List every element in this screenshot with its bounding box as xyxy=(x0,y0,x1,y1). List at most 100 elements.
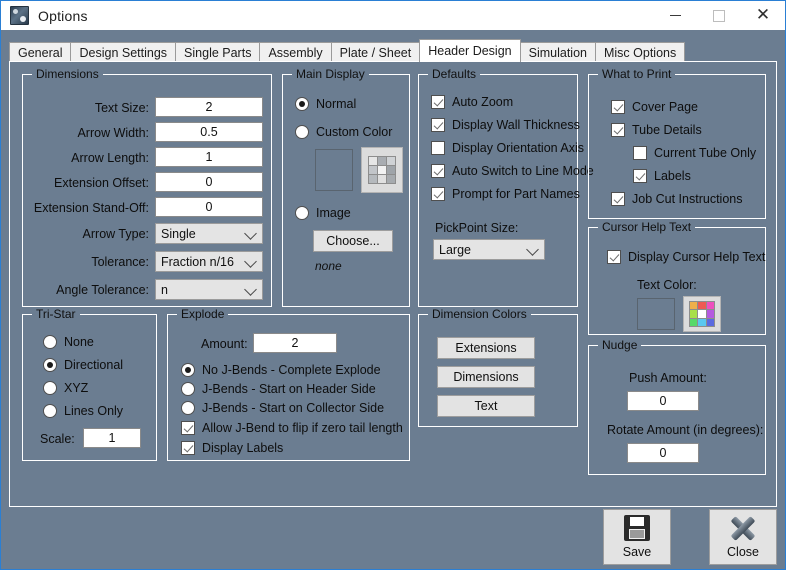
tri-star-radio-none[interactable]: None xyxy=(43,335,94,349)
tri-star-radio-xyz[interactable]: XYZ xyxy=(43,381,88,395)
radio-icon xyxy=(295,97,309,111)
display-wall-thickness-label: Display Wall Thickness xyxy=(452,118,580,132)
tab-single-parts[interactable]: Single Parts xyxy=(175,42,261,62)
close-icon: ✕ xyxy=(755,5,771,25)
tri-star-directional-label: Directional xyxy=(64,358,124,372)
explode-radio-header-side[interactable]: J-Bends - Start on Header Side xyxy=(181,382,376,396)
arrow-type-select[interactable]: Single xyxy=(155,223,263,244)
radio-icon xyxy=(181,382,195,396)
checkbox-icon xyxy=(181,421,195,435)
checkbox-prompt-part-names[interactable]: Prompt for Part Names xyxy=(431,187,580,201)
choose-image-button[interactable]: Choose... xyxy=(313,230,393,252)
checkbox-icon xyxy=(611,100,625,114)
minimize-button[interactable] xyxy=(653,1,697,30)
arrow-type-label: Arrow Type: xyxy=(82,227,149,241)
main-display-radio-normal[interactable]: Normal xyxy=(295,97,356,111)
checkbox-cover-page[interactable]: Cover Page xyxy=(611,100,698,114)
tab-design-settings[interactable]: Design Settings xyxy=(70,42,177,62)
maximize-button[interactable] xyxy=(697,1,741,30)
checkbox-icon xyxy=(611,123,625,137)
checkbox-icon xyxy=(431,118,445,132)
radio-icon xyxy=(43,381,57,395)
arrow-length-input[interactable]: 1 xyxy=(155,147,263,167)
display-cursor-help-text-label: Display Cursor Help Text xyxy=(628,250,766,264)
explode-radio-no-j-bends[interactable]: No J-Bends - Complete Explode xyxy=(181,363,381,377)
dimensions-color-button[interactable]: Dimensions xyxy=(437,366,535,388)
cursor-help-text-group-label: Cursor Help Text xyxy=(598,220,696,234)
allow-j-bend-flip-label: Allow J-Bend to flip if zero tail length xyxy=(202,421,403,435)
tri-star-xyz-label: XYZ xyxy=(64,381,89,395)
nudge-group: Nudge Push Amount: 0 Rotate Amount (in d… xyxy=(588,338,766,475)
extension-standoff-input[interactable]: 0 xyxy=(155,197,263,217)
app-icon xyxy=(10,6,29,25)
cursor-help-color-swatch[interactable] xyxy=(637,298,675,330)
checkbox-auto-zoom[interactable]: Auto Zoom xyxy=(431,95,513,109)
dimension-colors-group: Dimension Colors Extensions Dimensions T… xyxy=(418,307,578,427)
radio-icon xyxy=(181,401,195,415)
rotate-amount-input[interactable]: 0 xyxy=(627,443,699,463)
cursor-help-palette-button[interactable] xyxy=(683,296,721,332)
text-color-label: Text Color: xyxy=(637,278,697,292)
pickpoint-size-value: Large xyxy=(439,242,471,257)
close-button[interactable]: ✕ xyxy=(741,1,785,30)
text-size-input[interactable]: 2 xyxy=(155,97,263,117)
save-icon xyxy=(624,515,650,541)
extension-offset-label: Extension Offset: xyxy=(54,176,149,190)
checkbox-explode-display-labels[interactable]: Display Labels xyxy=(181,441,283,455)
main-display-color-swatch[interactable] xyxy=(315,149,353,191)
tab-header-design[interactable]: Header Design xyxy=(419,39,521,62)
checkbox-job-cut-instructions[interactable]: Job Cut Instructions xyxy=(611,192,742,206)
checkbox-icon xyxy=(431,141,445,155)
tab-assembly[interactable]: Assembly xyxy=(259,42,332,62)
tri-star-scale-input[interactable]: 1 xyxy=(83,428,141,448)
arrow-width-input[interactable]: 0.5 xyxy=(155,122,263,142)
tri-star-group: Tri-Star None Directional XYZ Lines Only… xyxy=(22,307,157,461)
chevron-down-icon xyxy=(244,226,257,240)
radio-icon xyxy=(295,125,309,139)
main-display-palette-button[interactable] xyxy=(361,147,403,193)
checkbox-display-cursor-help-text[interactable]: Display Cursor Help Text xyxy=(607,250,765,264)
checkbox-display-wall-thickness[interactable]: Display Wall Thickness xyxy=(431,118,580,132)
checkbox-tube-details[interactable]: Tube Details xyxy=(611,123,702,137)
checkbox-icon xyxy=(181,441,195,455)
job-cut-instructions-label: Job Cut Instructions xyxy=(632,192,743,206)
checkbox-auto-switch-line-mode[interactable]: Auto Switch to Line Mode xyxy=(431,164,594,178)
extension-offset-input[interactable]: 0 xyxy=(155,172,263,192)
dimensions-group-label: Dimensions xyxy=(32,67,103,81)
pickpoint-size-select[interactable]: Large xyxy=(433,239,545,260)
angle-tolerance-label: Angle Tolerance: xyxy=(56,283,149,297)
what-to-print-group-label: What to Print xyxy=(598,67,676,81)
tab-plate-sheet[interactable]: Plate / Sheet xyxy=(330,42,421,62)
explode-amount-input[interactable]: 2 xyxy=(253,333,337,353)
close-dialog-button[interactable]: Close xyxy=(709,509,777,565)
checkbox-icon xyxy=(431,95,445,109)
dimensions-group: Dimensions Text Size: 2 Arrow Width: 0.5… xyxy=(22,67,272,307)
text-color-button[interactable]: Text xyxy=(437,395,535,417)
tri-star-radio-directional[interactable]: Directional xyxy=(43,358,123,372)
extensions-color-button[interactable]: Extensions xyxy=(437,337,535,359)
main-display-normal-label: Normal xyxy=(316,97,357,111)
push-amount-input[interactable]: 0 xyxy=(627,391,699,411)
maximize-icon xyxy=(713,9,725,22)
tab-simulation[interactable]: Simulation xyxy=(519,42,596,62)
tri-star-scale-label: Scale: xyxy=(40,432,75,446)
checkbox-labels[interactable]: Labels xyxy=(633,169,691,183)
main-display-custom-color-label: Custom Color xyxy=(316,125,393,139)
tolerance-select[interactable]: Fraction n/16 xyxy=(155,251,263,272)
arrow-width-label: Arrow Width: xyxy=(77,126,149,140)
window-controls: ✕ xyxy=(653,1,785,30)
checkbox-current-tube-only[interactable]: Current Tube Only xyxy=(633,146,756,160)
explode-radio-collector-side[interactable]: J-Bends - Start on Collector Side xyxy=(181,401,384,415)
main-display-radio-image[interactable]: Image xyxy=(295,206,351,220)
labels-label: Labels xyxy=(654,169,691,183)
tab-misc-options[interactable]: Misc Options xyxy=(594,42,686,62)
checkbox-icon xyxy=(607,250,621,264)
main-display-radio-custom-color[interactable]: Custom Color xyxy=(295,125,392,139)
angle-tolerance-select[interactable]: n xyxy=(155,279,263,300)
dimension-colors-group-label: Dimension Colors xyxy=(428,307,531,321)
checkbox-allow-j-bend-flip[interactable]: Allow J-Bend to flip if zero tail length xyxy=(181,421,403,435)
tri-star-radio-lines-only[interactable]: Lines Only xyxy=(43,404,123,418)
checkbox-display-orientation-axis[interactable]: Display Orientation Axis xyxy=(431,141,584,155)
save-button[interactable]: Save xyxy=(603,509,671,565)
tab-general[interactable]: General xyxy=(9,42,72,62)
